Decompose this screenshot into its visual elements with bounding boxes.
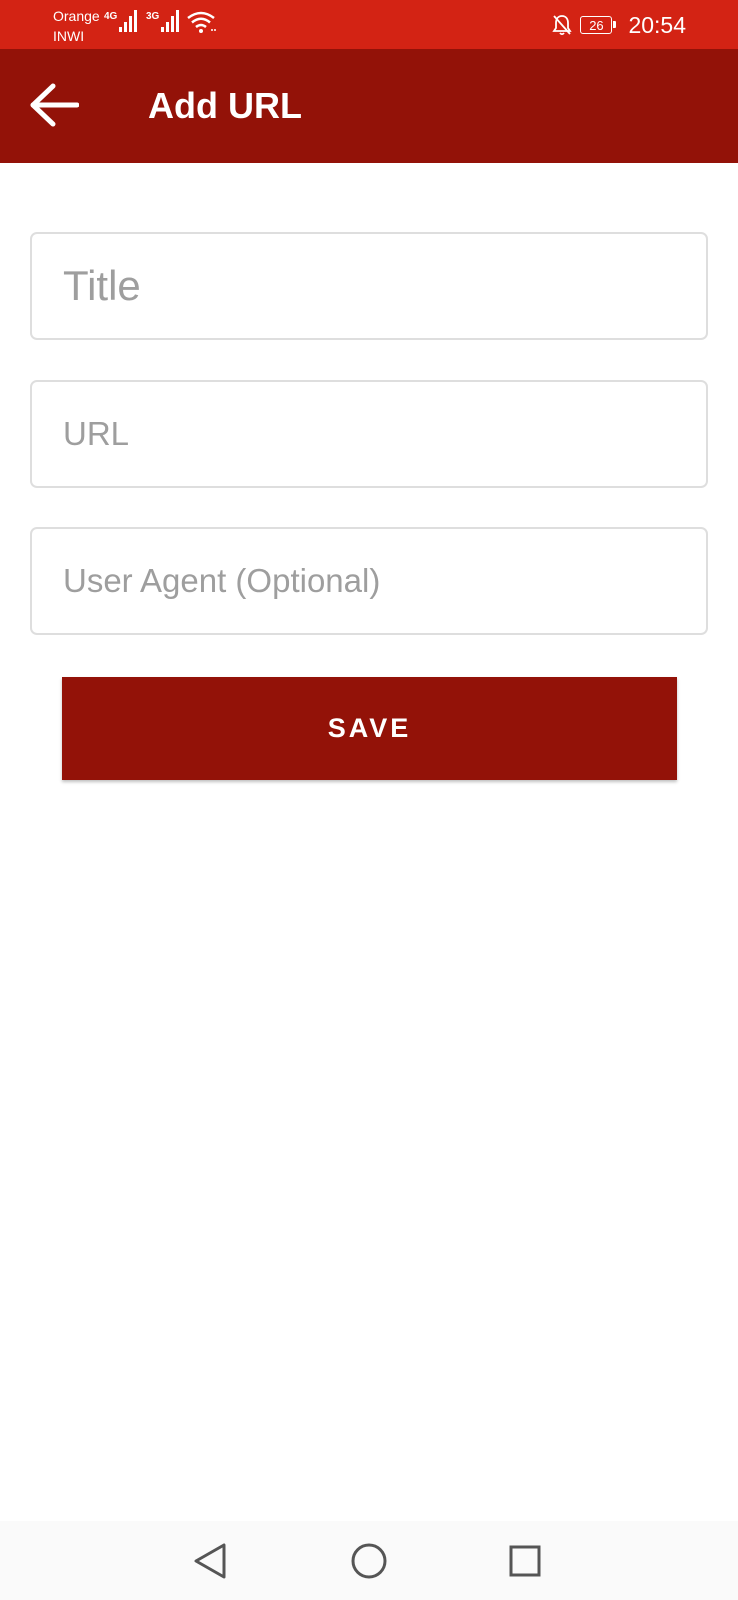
- battery-level: 26: [589, 17, 604, 33]
- triangle-back-icon: [194, 1543, 226, 1579]
- navigation-bar: [0, 1521, 738, 1600]
- add-url-screen: Orange INWI 4G 3G 26 20:54 Add URL Title…: [0, 0, 738, 1600]
- status-right: 26 20:54: [552, 10, 686, 40]
- battery-icon: 26: [580, 16, 617, 34]
- title-field: [30, 232, 708, 340]
- status-bar: Orange INWI 4G 3G 26 20:54: [0, 0, 738, 49]
- carrier-info: Orange INWI: [53, 6, 100, 46]
- signal-icon: [119, 10, 138, 32]
- signal-icon: [161, 10, 180, 32]
- network-group-2: 3G: [146, 10, 181, 32]
- network-type-1: 4G: [104, 11, 118, 22]
- network-type-2: 3G: [146, 11, 160, 22]
- circle-home-icon: [351, 1543, 387, 1579]
- bell-off-icon: [552, 15, 573, 36]
- arrow-left-icon: [30, 83, 79, 127]
- save-button[interactable]: SAVE: [62, 677, 677, 780]
- square-recents-icon: [509, 1545, 541, 1577]
- network-group-1: 4G: [104, 10, 139, 32]
- status-time: 20:54: [628, 11, 686, 38]
- nav-back-button[interactable]: [186, 1537, 234, 1585]
- nav-home-button[interactable]: [345, 1537, 393, 1585]
- back-button[interactable]: [22, 73, 86, 137]
- wifi-icon: [187, 11, 216, 33]
- carrier-secondary: INWI: [53, 28, 85, 44]
- page-title: Add URL: [148, 85, 302, 126]
- user-agent-field: [30, 527, 708, 635]
- carrier-primary: Orange: [53, 8, 100, 24]
- nav-recents-button[interactable]: [501, 1537, 549, 1585]
- url-input[interactable]: [32, 382, 706, 486]
- url-field: [30, 380, 708, 488]
- app-bar: Add URL: [0, 49, 738, 163]
- user-agent-input[interactable]: [32, 529, 706, 633]
- title-input[interactable]: [32, 234, 706, 338]
